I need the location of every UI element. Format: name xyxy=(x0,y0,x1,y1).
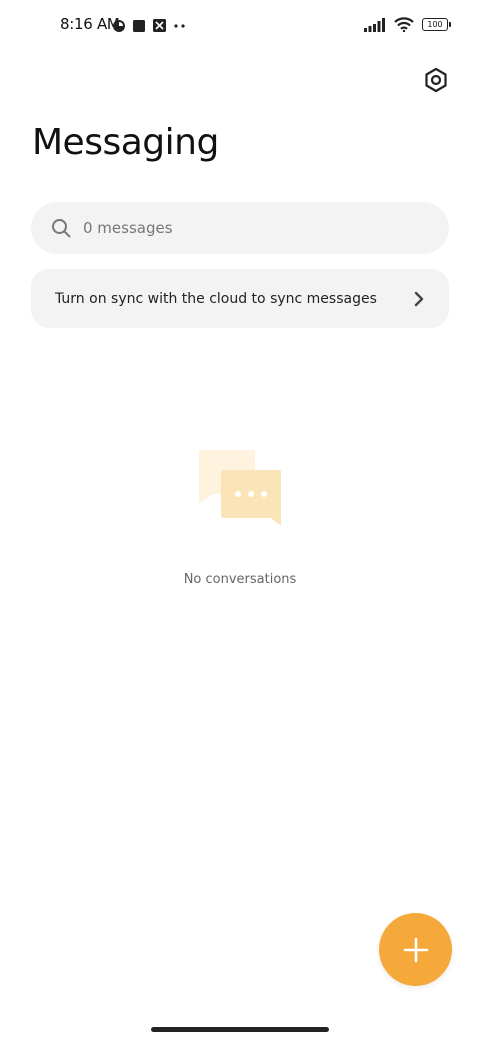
page-title: Messaging xyxy=(32,122,219,163)
new-message-button[interactable] xyxy=(379,913,452,986)
status-left-icons xyxy=(112,18,187,33)
status-bar: 8:16 AM 100 xyxy=(0,0,480,52)
battery-icon: 100 xyxy=(422,18,451,31)
chevron-right-icon xyxy=(414,291,424,306)
search-icon xyxy=(52,219,71,238)
battery-level: 100 xyxy=(427,19,443,29)
status-right-icons: 100 xyxy=(364,17,451,32)
sync-banner-text: Turn on sync with the cloud to sync mess… xyxy=(55,290,377,307)
status-time: 8:16 AM xyxy=(60,15,120,33)
sync-banner[interactable]: Turn on sync with the cloud to sync mess… xyxy=(31,269,449,328)
settings-button[interactable] xyxy=(422,66,450,94)
app-notification-icon xyxy=(153,19,166,32)
empty-state: No conversations xyxy=(0,448,480,587)
wifi-icon xyxy=(394,17,414,32)
search-input[interactable] xyxy=(81,218,405,238)
signal-icon xyxy=(364,17,385,32)
more-dots-icon xyxy=(174,23,185,28)
empty-state-text: No conversations xyxy=(183,572,297,587)
data-saver-icon xyxy=(113,19,125,32)
plus-icon xyxy=(403,937,428,962)
settings-icon xyxy=(425,67,447,93)
home-indicator[interactable] xyxy=(151,1027,329,1032)
chat-bubbles-icon xyxy=(199,450,281,526)
search-bar[interactable] xyxy=(31,202,449,254)
square-app-icon xyxy=(133,19,145,32)
